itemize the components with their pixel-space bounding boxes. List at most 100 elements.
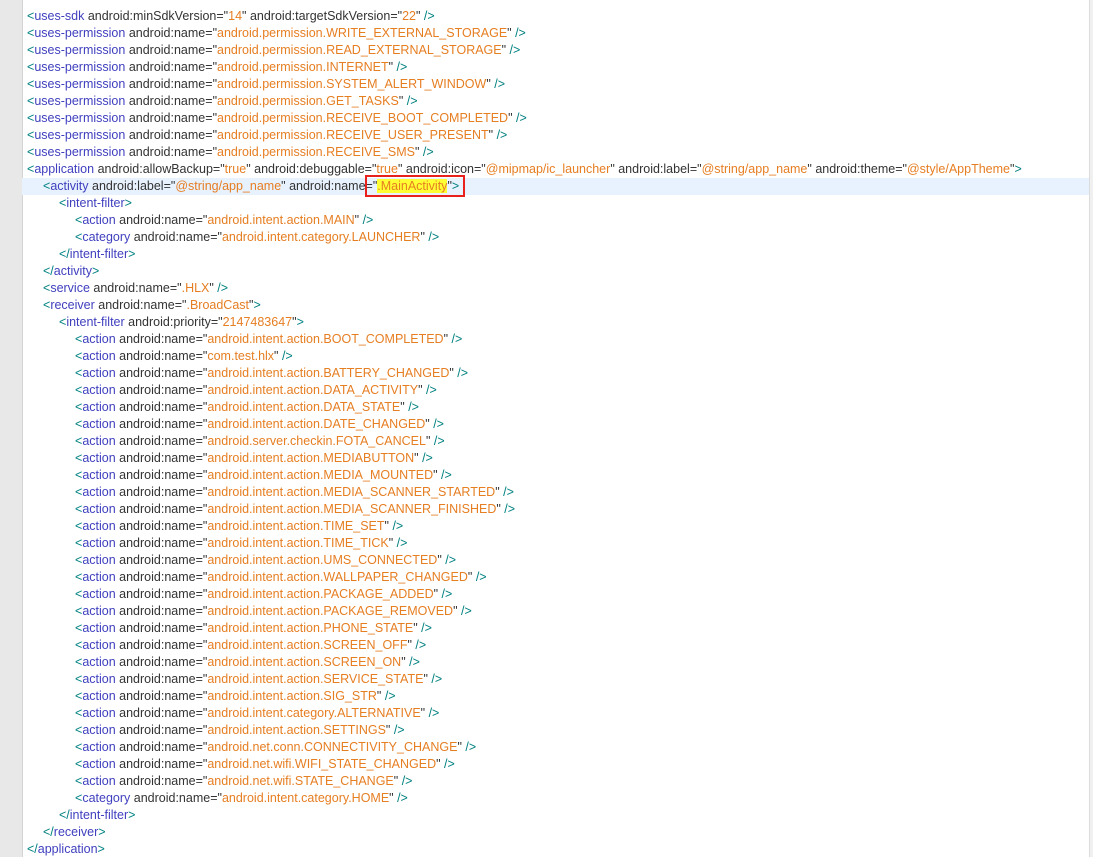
code-line[interactable]: <uses-permission android:name="android.p… xyxy=(27,25,1089,42)
attribute-value[interactable]: android.net.conn.CONNECTIVITY_CHANGE xyxy=(207,740,457,754)
code-line[interactable]: <action android:name="android.net.conn.C… xyxy=(27,739,1089,756)
attribute-value[interactable]: android.intent.action.PACKAGE_ADDED xyxy=(207,587,433,601)
code-line[interactable]: <action android:name="android.intent.cat… xyxy=(27,705,1089,722)
code-line[interactable]: <intent-filter android:priority="2147483… xyxy=(27,314,1089,331)
code-line[interactable]: <uses-permission android:name="android.p… xyxy=(27,127,1089,144)
code-line[interactable]: <action android:name="android.intent.act… xyxy=(27,586,1089,603)
attribute-value[interactable]: android.intent.category.HOME xyxy=(222,791,389,805)
attribute-value[interactable]: android.intent.action.PACKAGE_REMOVED xyxy=(207,604,453,618)
code-line[interactable]: <action android:name="android.net.wifi.S… xyxy=(27,773,1089,790)
attribute-value[interactable]: android.intent.action.MEDIA_SCANNER_FINI… xyxy=(207,502,496,516)
code-line[interactable]: <action android:name="android.intent.act… xyxy=(27,501,1089,518)
code-line[interactable]: <action android:name="android.intent.act… xyxy=(27,552,1089,569)
vertical-scrollbar[interactable] xyxy=(1089,0,1093,857)
code-line[interactable]: <action android:name="android.intent.act… xyxy=(27,382,1089,399)
code-line[interactable]: <action android:name="android.intent.act… xyxy=(27,484,1089,501)
attribute-value[interactable]: android.permission.READ_EXTERNAL_STORAGE xyxy=(217,43,502,57)
attribute-value[interactable]: .BroadCast xyxy=(186,298,249,312)
attribute-value[interactable]: android.intent.action.SERVICE_STATE xyxy=(207,672,423,686)
code-line[interactable]: <action android:name="com.test.hlx" /> xyxy=(27,348,1089,365)
code-line[interactable]: <action android:name="android.intent.act… xyxy=(27,450,1089,467)
code-line[interactable]: <intent-filter> xyxy=(27,195,1089,212)
code-line[interactable]: <action android:name="android.intent.act… xyxy=(27,688,1089,705)
attribute-value[interactable]: android.permission.GET_TASKS xyxy=(217,94,399,108)
attribute-value[interactable]: android.intent.action.BATTERY_CHANGED xyxy=(207,366,449,380)
attribute-value[interactable]: android.server.checkin.FOTA_CANCEL xyxy=(207,434,426,448)
attribute-value[interactable]: android.intent.action.WALLPAPER_CHANGED xyxy=(207,570,468,584)
code-line[interactable]: <action android:name="android.server.che… xyxy=(27,433,1089,450)
attribute-value[interactable]: .HLX xyxy=(182,281,210,295)
code-line[interactable]: <uses-permission android:name="android.p… xyxy=(27,76,1089,93)
code-line[interactable]: <action android:name="android.intent.act… xyxy=(27,671,1089,688)
attribute-value[interactable]: android.intent.action.DATE_CHANGED xyxy=(207,417,425,431)
attribute-value[interactable]: android.intent.action.DATA_ACTIVITY xyxy=(207,383,418,397)
attribute-value[interactable]: android.intent.action.SCREEN_OFF xyxy=(207,638,407,652)
attribute-value[interactable]: android.permission.INTERNET xyxy=(217,60,389,74)
code-line[interactable]: <uses-permission android:name="android.p… xyxy=(27,42,1089,59)
code-line[interactable]: <action android:name="android.intent.act… xyxy=(27,467,1089,484)
attribute-value[interactable]: android.permission.RECEIVE_USER_PRESENT xyxy=(217,128,489,142)
attribute-value[interactable]: android.intent.action.MEDIA_SCANNER_STAR… xyxy=(207,485,495,499)
code-line[interactable]: <uses-sdk android:minSdkVersion="14" and… xyxy=(27,8,1089,25)
attribute-value[interactable]: 2147483647 xyxy=(223,315,293,329)
code-line[interactable]: </application> xyxy=(27,841,1089,857)
code-line[interactable]: <action android:name="android.intent.act… xyxy=(27,620,1089,637)
code-line[interactable]: <category android:name="android.intent.c… xyxy=(27,229,1089,246)
code-line[interactable]: <service android:name=".HLX" /> xyxy=(27,280,1089,297)
code-line[interactable]: <action android:name="android.intent.act… xyxy=(27,365,1089,382)
attribute-value[interactable]: true xyxy=(376,162,398,176)
code-line[interactable]: <receiver android:name=".BroadCast"> xyxy=(27,297,1089,314)
attribute-value[interactable]: android.intent.action.DATA_STATE xyxy=(207,400,400,414)
attribute-value[interactable]: android.intent.action.MEDIA_MOUNTED xyxy=(207,468,433,482)
code-line[interactable]: </receiver> xyxy=(27,824,1089,841)
code-line[interactable]: <uses-permission android:name="android.p… xyxy=(27,110,1089,127)
code-line[interactable]: <uses-permission android:name="android.p… xyxy=(27,144,1089,161)
code-line[interactable]: <action android:name="android.intent.act… xyxy=(27,654,1089,671)
attribute-value[interactable]: android.intent.action.PHONE_STATE xyxy=(207,621,413,635)
code-line[interactable]: <uses-permission android:name="android.p… xyxy=(27,93,1089,110)
code-line[interactable]: <action android:name="android.intent.act… xyxy=(27,603,1089,620)
code-line[interactable]: <action android:name="android.intent.act… xyxy=(27,518,1089,535)
attribute-value[interactable]: android.intent.category.LAUNCHER xyxy=(222,230,420,244)
code-line[interactable]: <action android:name="android.intent.act… xyxy=(27,637,1089,654)
code-line[interactable]: <action android:name="android.intent.act… xyxy=(27,535,1089,552)
code-line[interactable]: <action android:name="android.intent.act… xyxy=(27,399,1089,416)
attribute-value[interactable]: android.intent.action.MAIN xyxy=(207,213,354,227)
code-line[interactable]: </activity> xyxy=(27,263,1089,280)
highlighted-attribute-value[interactable]: .MainActivity xyxy=(377,179,448,193)
attribute-value[interactable]: android.permission.RECEIVE_SMS xyxy=(217,145,415,159)
code-area[interactable]: <uses-sdk android:minSdkVersion="14" and… xyxy=(22,8,1089,857)
code-line[interactable]: <action android:name="android.intent.act… xyxy=(27,722,1089,739)
attribute-value[interactable]: @mipmap/ic_launcher xyxy=(486,162,611,176)
attribute-value[interactable]: 14 xyxy=(228,9,242,23)
attribute-value[interactable]: android.intent.action.SCREEN_ON xyxy=(207,655,401,669)
attribute-value[interactable]: android.net.wifi.WIFI_STATE_CHANGED xyxy=(207,757,436,771)
attribute-value[interactable]: @string/app_name xyxy=(702,162,808,176)
attribute-value[interactable]: android.intent.action.UMS_CONNECTED xyxy=(207,553,437,567)
code-line[interactable]: <action android:name="android.intent.act… xyxy=(27,212,1089,229)
attribute-value[interactable]: true xyxy=(225,162,247,176)
code-line[interactable]: <category android:name="android.intent.c… xyxy=(27,790,1089,807)
attribute-value[interactable]: android.intent.action.SIG_STR xyxy=(207,689,377,703)
code-line[interactable]: <application android:allowBackup="true" … xyxy=(27,161,1089,178)
attribute-value[interactable]: android.permission.RECEIVE_BOOT_COMPLETE… xyxy=(217,111,508,125)
attribute-value[interactable]: android.intent.action.MEDIABUTTON xyxy=(207,451,414,465)
attribute-value[interactable]: android.intent.action.BOOT_COMPLETED xyxy=(207,332,443,346)
code-line[interactable]: <uses-permission android:name="android.p… xyxy=(27,59,1089,76)
attribute-value[interactable]: android.intent.action.SETTINGS xyxy=(207,723,386,737)
attribute-value[interactable]: android.intent.action.TIME_SET xyxy=(207,519,384,533)
code-line[interactable]: </intent-filter> xyxy=(27,807,1089,824)
xml-editor[interactable]: <uses-sdk android:minSdkVersion="14" and… xyxy=(0,0,1093,857)
attribute-value[interactable]: android.permission.WRITE_EXTERNAL_STORAG… xyxy=(217,26,507,40)
code-line[interactable]: </intent-filter> xyxy=(27,246,1089,263)
attribute-value[interactable]: android.permission.SYSTEM_ALERT_WINDOW xyxy=(217,77,486,91)
code-line[interactable]: <action android:name="android.net.wifi.W… xyxy=(27,756,1089,773)
attribute-value[interactable]: 22 xyxy=(402,9,416,23)
attribute-value[interactable]: android.intent.category.ALTERNATIVE xyxy=(207,706,420,720)
attribute-value[interactable]: @style/AppTheme xyxy=(907,162,1010,176)
attribute-value[interactable]: com.test.hlx xyxy=(207,349,274,363)
code-line[interactable]: <action android:name="android.intent.act… xyxy=(27,331,1089,348)
attribute-value[interactable]: @string/app_name xyxy=(175,179,281,193)
code-line[interactable]: <activity android:label="@string/app_nam… xyxy=(22,178,1089,195)
attribute-value[interactable]: android.intent.action.TIME_TICK xyxy=(207,536,388,550)
